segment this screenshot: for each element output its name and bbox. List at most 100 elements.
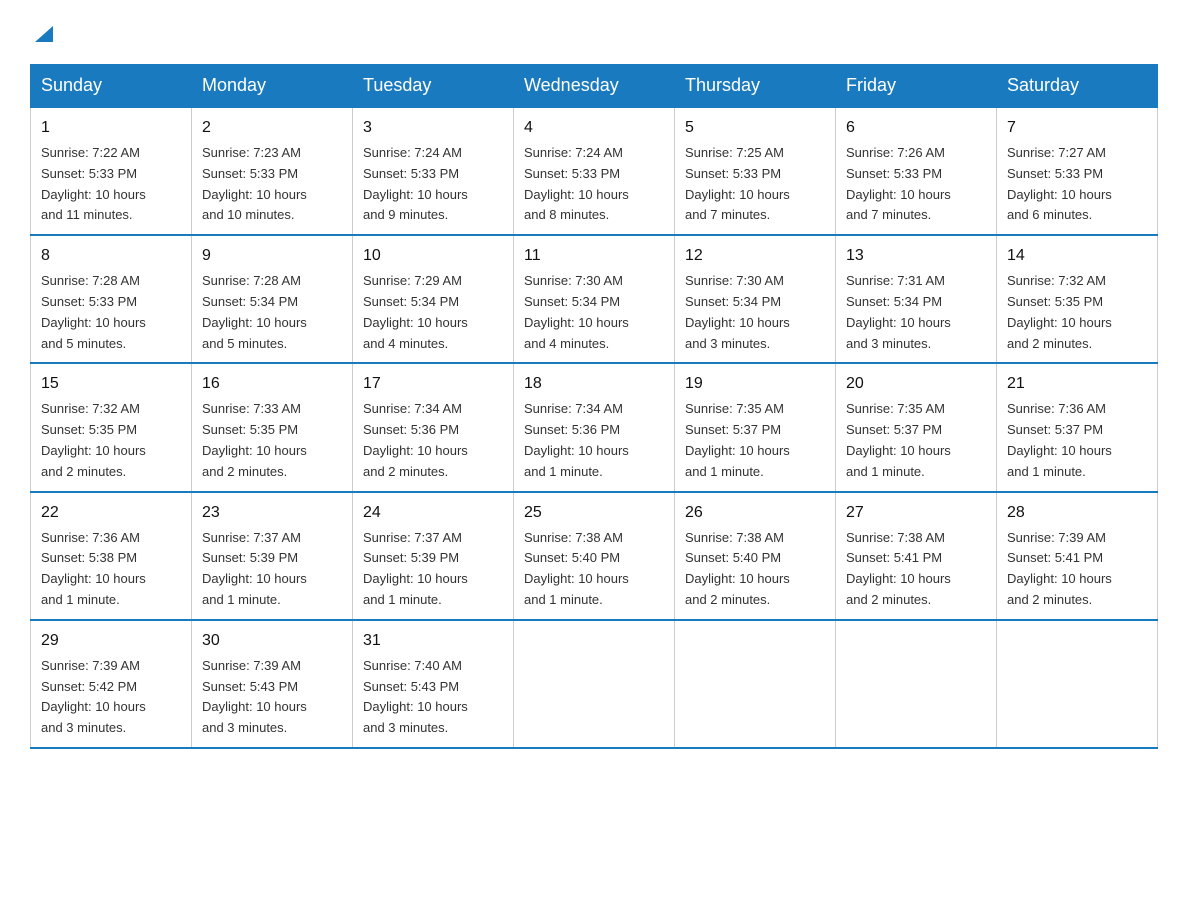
day-info: Sunrise: 7:28 AMSunset: 5:34 PMDaylight:… (202, 271, 342, 354)
day-info: Sunrise: 7:36 AMSunset: 5:38 PMDaylight:… (41, 528, 181, 611)
day-info: Sunrise: 7:37 AMSunset: 5:39 PMDaylight:… (363, 528, 503, 611)
day-number: 5 (685, 116, 825, 140)
calendar-table: SundayMondayTuesdayWednesdayThursdayFrid… (30, 64, 1158, 749)
day-number: 19 (685, 372, 825, 396)
weekday-header-monday: Monday (192, 65, 353, 108)
day-number: 28 (1007, 501, 1147, 525)
day-number: 16 (202, 372, 342, 396)
day-info: Sunrise: 7:32 AMSunset: 5:35 PMDaylight:… (41, 399, 181, 482)
day-number: 22 (41, 501, 181, 525)
day-number: 13 (846, 244, 986, 268)
calendar-day-cell: 24 Sunrise: 7:37 AMSunset: 5:39 PMDayligh… (353, 492, 514, 620)
day-info: Sunrise: 7:39 AMSunset: 5:43 PMDaylight:… (202, 656, 342, 739)
calendar-day-cell: 13 Sunrise: 7:31 AMSunset: 5:34 PMDayligh… (836, 235, 997, 363)
calendar-week-row: 22 Sunrise: 7:36 AMSunset: 5:38 PMDayligh… (31, 492, 1158, 620)
page-header (30, 20, 1158, 44)
calendar-day-cell: 2 Sunrise: 7:23 AMSunset: 5:33 PMDaylight… (192, 107, 353, 235)
weekday-header-sunday: Sunday (31, 65, 192, 108)
day-info: Sunrise: 7:33 AMSunset: 5:35 PMDaylight:… (202, 399, 342, 482)
calendar-week-row: 29 Sunrise: 7:39 AMSunset: 5:42 PMDayligh… (31, 620, 1158, 748)
day-number: 30 (202, 629, 342, 653)
calendar-day-cell (836, 620, 997, 748)
weekday-header-tuesday: Tuesday (353, 65, 514, 108)
day-number: 12 (685, 244, 825, 268)
day-info: Sunrise: 7:30 AMSunset: 5:34 PMDaylight:… (685, 271, 825, 354)
calendar-day-cell: 4 Sunrise: 7:24 AMSunset: 5:33 PMDaylight… (514, 107, 675, 235)
calendar-day-cell: 27 Sunrise: 7:38 AMSunset: 5:41 PMDayligh… (836, 492, 997, 620)
day-number: 9 (202, 244, 342, 268)
day-info: Sunrise: 7:38 AMSunset: 5:40 PMDaylight:… (524, 528, 664, 611)
day-number: 18 (524, 372, 664, 396)
calendar-week-row: 1Sunrise: 7:22 AMSunset: 5:33 PMDaylight… (31, 107, 1158, 235)
day-info: Sunrise: 7:39 AMSunset: 5:42 PMDaylight:… (41, 656, 181, 739)
calendar-day-cell: 17Sunrise: 7:34 AMSunset: 5:36 PMDayligh… (353, 363, 514, 491)
calendar-day-cell: 23Sunrise: 7:37 AMSunset: 5:39 PMDayligh… (192, 492, 353, 620)
day-number: 10 (363, 244, 503, 268)
calendar-day-cell: 3Sunrise: 7:24 AMSunset: 5:33 PMDaylight… (353, 107, 514, 235)
weekday-header-thursday: Thursday (675, 65, 836, 108)
weekday-header-row: SundayMondayTuesdayWednesdayThursdayFrid… (31, 65, 1158, 108)
calendar-day-cell: 6 Sunrise: 7:26 AMSunset: 5:33 PMDaylight… (836, 107, 997, 235)
calendar-day-cell: 26Sunrise: 7:38 AMSunset: 5:40 PMDayligh… (675, 492, 836, 620)
day-number: 25 (524, 501, 664, 525)
calendar-day-cell: 19 Sunrise: 7:35 AMSunset: 5:37 PMDayligh… (675, 363, 836, 491)
day-info: Sunrise: 7:26 AMSunset: 5:33 PMDaylight:… (846, 143, 986, 226)
day-info: Sunrise: 7:28 AMSunset: 5:33 PMDaylight:… (41, 271, 181, 354)
calendar-day-cell: 20 Sunrise: 7:35 AMSunset: 5:37 PMDayligh… (836, 363, 997, 491)
day-info: Sunrise: 7:24 AMSunset: 5:33 PMDaylight:… (524, 143, 664, 226)
day-number: 31 (363, 629, 503, 653)
day-info: Sunrise: 7:35 AMSunset: 5:37 PMDaylight:… (846, 399, 986, 482)
day-info: Sunrise: 7:27 AMSunset: 5:33 PMDaylight:… (1007, 143, 1147, 226)
calendar-day-cell: 16 Sunrise: 7:33 AMSunset: 5:35 PMDayligh… (192, 363, 353, 491)
day-info: Sunrise: 7:39 AMSunset: 5:41 PMDaylight:… (1007, 528, 1147, 611)
day-info: Sunrise: 7:23 AMSunset: 5:33 PMDaylight:… (202, 143, 342, 226)
day-number: 15 (41, 372, 181, 396)
day-info: Sunrise: 7:25 AMSunset: 5:33 PMDaylight:… (685, 143, 825, 226)
calendar-day-cell: 22 Sunrise: 7:36 AMSunset: 5:38 PMDayligh… (31, 492, 192, 620)
day-number: 14 (1007, 244, 1147, 268)
day-info: Sunrise: 7:40 AMSunset: 5:43 PMDaylight:… (363, 656, 503, 739)
day-number: 27 (846, 501, 986, 525)
day-info: Sunrise: 7:34 AMSunset: 5:36 PMDaylight:… (363, 399, 503, 482)
day-number: 11 (524, 244, 664, 268)
day-number: 2 (202, 116, 342, 140)
day-number: 8 (41, 244, 181, 268)
day-number: 6 (846, 116, 986, 140)
day-number: 29 (41, 629, 181, 653)
calendar-day-cell (675, 620, 836, 748)
logo (30, 20, 55, 44)
calendar-day-cell: 11Sunrise: 7:30 AMSunset: 5:34 PMDayligh… (514, 235, 675, 363)
calendar-day-cell: 9 Sunrise: 7:28 AMSunset: 5:34 PMDaylight… (192, 235, 353, 363)
day-number: 1 (41, 116, 181, 140)
logo-triangle-icon (33, 22, 55, 44)
day-info: Sunrise: 7:31 AMSunset: 5:34 PMDaylight:… (846, 271, 986, 354)
calendar-day-cell (997, 620, 1158, 748)
day-number: 24 (363, 501, 503, 525)
day-number: 7 (1007, 116, 1147, 140)
day-number: 4 (524, 116, 664, 140)
weekday-header-friday: Friday (836, 65, 997, 108)
calendar-day-cell: 18 Sunrise: 7:34 AMSunset: 5:36 PMDayligh… (514, 363, 675, 491)
calendar-day-cell: 25 Sunrise: 7:38 AMSunset: 5:40 PMDayligh… (514, 492, 675, 620)
day-info: Sunrise: 7:35 AMSunset: 5:37 PMDaylight:… (685, 399, 825, 482)
calendar-day-cell: 29 Sunrise: 7:39 AMSunset: 5:42 PMDayligh… (31, 620, 192, 748)
day-info: Sunrise: 7:38 AMSunset: 5:41 PMDaylight:… (846, 528, 986, 611)
calendar-day-cell: 1Sunrise: 7:22 AMSunset: 5:33 PMDaylight… (31, 107, 192, 235)
calendar-day-cell: 10 Sunrise: 7:29 AMSunset: 5:34 PMDayligh… (353, 235, 514, 363)
day-info: Sunrise: 7:32 AMSunset: 5:35 PMDaylight:… (1007, 271, 1147, 354)
weekday-header-saturday: Saturday (997, 65, 1158, 108)
calendar-day-cell: 15 Sunrise: 7:32 AMSunset: 5:35 PMDayligh… (31, 363, 192, 491)
day-info: Sunrise: 7:24 AMSunset: 5:33 PMDaylight:… (363, 143, 503, 226)
calendar-day-cell: 8 Sunrise: 7:28 AMSunset: 5:33 PMDaylight… (31, 235, 192, 363)
day-info: Sunrise: 7:38 AMSunset: 5:40 PMDaylight:… (685, 528, 825, 611)
day-info: Sunrise: 7:37 AMSunset: 5:39 PMDaylight:… (202, 528, 342, 611)
calendar-day-cell: 30 Sunrise: 7:39 AMSunset: 5:43 PMDayligh… (192, 620, 353, 748)
calendar-day-cell: 14 Sunrise: 7:32 AMSunset: 5:35 PMDayligh… (997, 235, 1158, 363)
day-number: 20 (846, 372, 986, 396)
calendar-week-row: 8 Sunrise: 7:28 AMSunset: 5:33 PMDaylight… (31, 235, 1158, 363)
day-info: Sunrise: 7:36 AMSunset: 5:37 PMDaylight:… (1007, 399, 1147, 482)
day-info: Sunrise: 7:29 AMSunset: 5:34 PMDaylight:… (363, 271, 503, 354)
calendar-day-cell: 31 Sunrise: 7:40 AMSunset: 5:43 PMDayligh… (353, 620, 514, 748)
day-info: Sunrise: 7:34 AMSunset: 5:36 PMDaylight:… (524, 399, 664, 482)
weekday-header-wednesday: Wednesday (514, 65, 675, 108)
